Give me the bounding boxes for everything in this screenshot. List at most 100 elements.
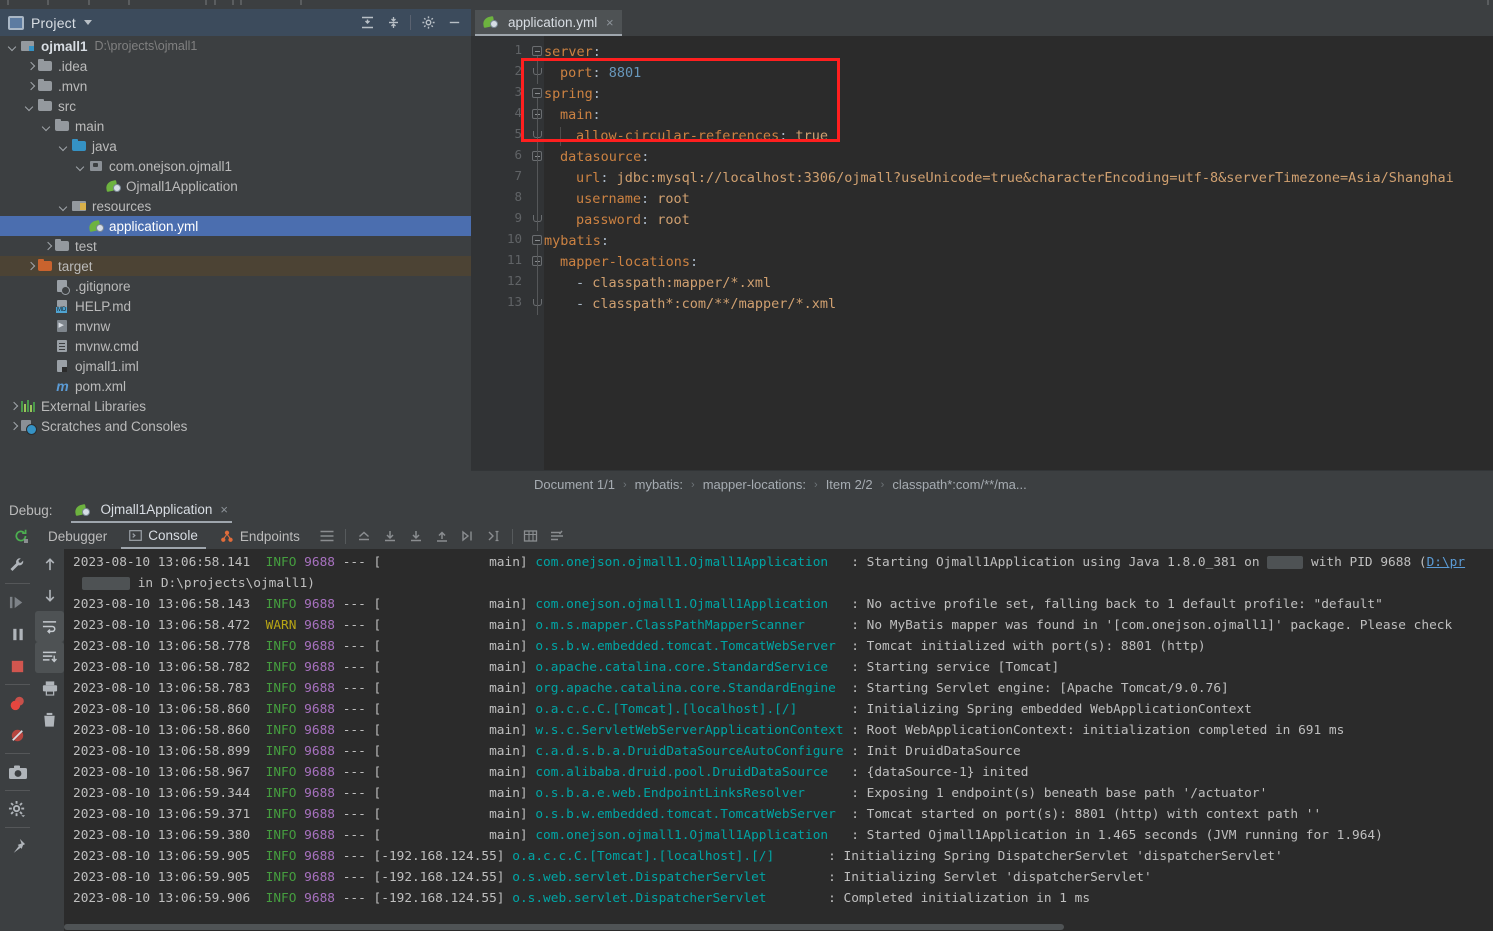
chevron-down-icon[interactable] xyxy=(25,101,36,112)
force-step-icon[interactable] xyxy=(481,523,507,549)
debug-session-tab[interactable]: Ojmall1Application × xyxy=(70,498,232,523)
tree-item-ojmall1application[interactable]: Ojmall1Application xyxy=(0,176,471,196)
camera-icon[interactable] xyxy=(0,756,35,788)
chevron-down-icon[interactable] xyxy=(59,141,70,152)
code-line[interactable]: port: 8801 xyxy=(544,63,641,84)
code-line[interactable]: spring: xyxy=(544,84,601,105)
breadcrumb[interactable]: Document 1/1 › mybatis: › mapper-locations: ›… xyxy=(471,470,1493,498)
close-icon[interactable]: × xyxy=(220,502,228,517)
chevron-down-icon[interactable] xyxy=(8,41,19,52)
evaluate-expression-icon[interactable] xyxy=(518,523,544,549)
expand-all-icon[interactable] xyxy=(354,9,380,36)
fold-marker[interactable] xyxy=(532,88,542,98)
wrench-icon[interactable] xyxy=(0,549,35,581)
chevron-down-icon[interactable] xyxy=(42,121,53,132)
tree-item-mvnw-cmd[interactable]: mvnw.cmd xyxy=(0,336,471,356)
code-folding-column[interactable] xyxy=(530,36,544,470)
console-output[interactable]: 2023-08-10 13:06:58.141 INFO 9688 --- [ … xyxy=(64,549,1493,931)
tree-item-help-md[interactable]: HELP.md xyxy=(0,296,471,316)
step-out-icon[interactable] xyxy=(429,523,455,549)
view-breakpoints-icon[interactable] xyxy=(0,687,35,719)
tree-item-pom-xml[interactable]: m pom.xml xyxy=(0,376,471,396)
chevron-right-icon[interactable] xyxy=(25,61,36,72)
soft-wrap-icon[interactable] xyxy=(35,611,64,642)
tree-item-test[interactable]: test xyxy=(0,236,471,256)
console-horizontal-scrollbar[interactable] xyxy=(64,923,1493,931)
step-down-icon[interactable] xyxy=(377,523,403,549)
scrollbar-thumb[interactable] xyxy=(64,924,1064,930)
close-icon[interactable]: × xyxy=(603,15,616,30)
tree-item-application-yml[interactable]: application.yml xyxy=(0,216,471,236)
chevron-down-icon[interactable] xyxy=(76,161,87,172)
tree-item-com-onejson-ojmall1[interactable]: com.onejson.ojmall1 xyxy=(0,156,471,176)
tree-item-src[interactable]: src xyxy=(0,96,471,116)
settings-gear-icon[interactable] xyxy=(0,793,35,825)
tree-item-mvnw[interactable]: mvnw xyxy=(0,316,471,336)
code-line[interactable]: - classpath*:com/**/mapper/*.xml xyxy=(544,294,836,315)
tree-item-java[interactable]: java xyxy=(0,136,471,156)
code-line[interactable]: password: root xyxy=(544,210,690,231)
tree-item-ojmall1-iml[interactable]: ojmall1.iml xyxy=(0,356,471,376)
code-line[interactable]: main: xyxy=(544,105,601,126)
chevron-right-icon[interactable] xyxy=(42,241,53,252)
collapse-all-icon[interactable] xyxy=(380,9,406,36)
settings-filter-icon[interactable] xyxy=(544,523,570,549)
step-into-icon[interactable] xyxy=(403,523,429,549)
step-up-icon[interactable] xyxy=(35,549,64,580)
editor-gutter[interactable]: 1 2 3 4 5 6 7 8 9 10 11 12 13 xyxy=(471,36,530,470)
tree-item-resources[interactable]: resources xyxy=(0,196,471,216)
tree-item-ojmall1[interactable]: ojmall1 D:\projects\ojmall1 xyxy=(0,36,471,56)
code-line[interactable]: username: root xyxy=(544,189,690,210)
minimize-icon[interactable] xyxy=(441,9,467,36)
code-content[interactable]: server: port: 8801 spring: main: allow-circu… xyxy=(544,36,1493,470)
chevron-right-icon[interactable] xyxy=(8,421,19,432)
resume-program-icon[interactable] xyxy=(0,586,35,618)
chevron-down-icon[interactable] xyxy=(59,201,70,212)
tree-item-target[interactable]: target xyxy=(0,256,471,276)
tab-endpoints[interactable]: Endpoints xyxy=(212,523,308,549)
tree-item-main[interactable]: main xyxy=(0,116,471,136)
mute-breakpoints-icon[interactable] xyxy=(0,719,35,751)
pause-program-icon[interactable] xyxy=(0,618,35,650)
scroll-to-end-icon[interactable] xyxy=(35,642,64,673)
code-line[interactable]: mapper-locations: xyxy=(544,252,698,273)
stop-program-icon[interactable] xyxy=(0,650,35,682)
code-line[interactable]: url: jdbc:mysql://localhost:3306/ojmall?… xyxy=(544,168,1454,189)
tab-debugger[interactable]: Debugger xyxy=(40,523,115,549)
log-link[interactable]: D:\pr xyxy=(1427,555,1466,570)
breadcrumb-item[interactable]: mapper-locations: xyxy=(703,477,806,492)
console-line: 2023-08-10 13:06:59.905 INFO 9688 --- [-… xyxy=(73,846,1283,867)
breadcrumb-item[interactable]: Document 1/1 xyxy=(534,477,615,492)
code-line[interactable]: - classpath:mapper/*.xml xyxy=(544,273,771,294)
step-down-icon[interactable] xyxy=(35,580,64,611)
tree-item-scratches-and-consoles[interactable]: Scratches and Consoles xyxy=(0,416,471,436)
scroll-to-top-icon[interactable] xyxy=(351,523,377,549)
gear-icon[interactable] xyxy=(415,9,441,36)
trash-icon[interactable] xyxy=(35,704,64,735)
layout-settings-icon[interactable] xyxy=(314,523,340,549)
code-line[interactable]: allow-circular-references: true xyxy=(544,126,828,147)
tab-console[interactable]: Console xyxy=(121,523,206,549)
chevron-right-icon[interactable] xyxy=(25,81,36,92)
fold-marker[interactable] xyxy=(532,46,542,56)
pin-icon[interactable] xyxy=(0,830,35,862)
breadcrumb-item[interactable]: classpath*:com/**/ma... xyxy=(892,477,1026,492)
tree-item-gitignore[interactable]: .gitignore xyxy=(0,276,471,296)
tree-item-mvn[interactable]: .mvn xyxy=(0,76,471,96)
tree-item-external-libraries[interactable]: External Libraries xyxy=(0,396,471,416)
fold-marker[interactable] xyxy=(532,235,542,245)
breadcrumb-item[interactable]: Item 2/2 xyxy=(826,477,873,492)
run-to-cursor-icon[interactable] xyxy=(455,523,481,549)
tree-item-idea[interactable]: .idea xyxy=(0,56,471,76)
print-icon[interactable] xyxy=(35,673,64,704)
code-line[interactable]: server: xyxy=(544,42,601,63)
code-line[interactable]: mybatis: xyxy=(544,231,609,252)
breadcrumb-item[interactable]: mybatis: xyxy=(635,477,683,492)
chevron-right-icon[interactable] xyxy=(25,261,36,272)
chevron-right-icon[interactable] xyxy=(8,401,19,412)
code-line[interactable]: datasource: xyxy=(544,147,649,168)
project-tree[interactable]: ojmall1 D:\projects\ojmall1 .idea .mvn src ma… xyxy=(0,36,471,498)
rerun-icon[interactable] xyxy=(8,523,34,549)
editor-tab-application-yml[interactable]: application.yml × xyxy=(475,10,623,36)
chevron-down-icon[interactable] xyxy=(83,20,92,25)
